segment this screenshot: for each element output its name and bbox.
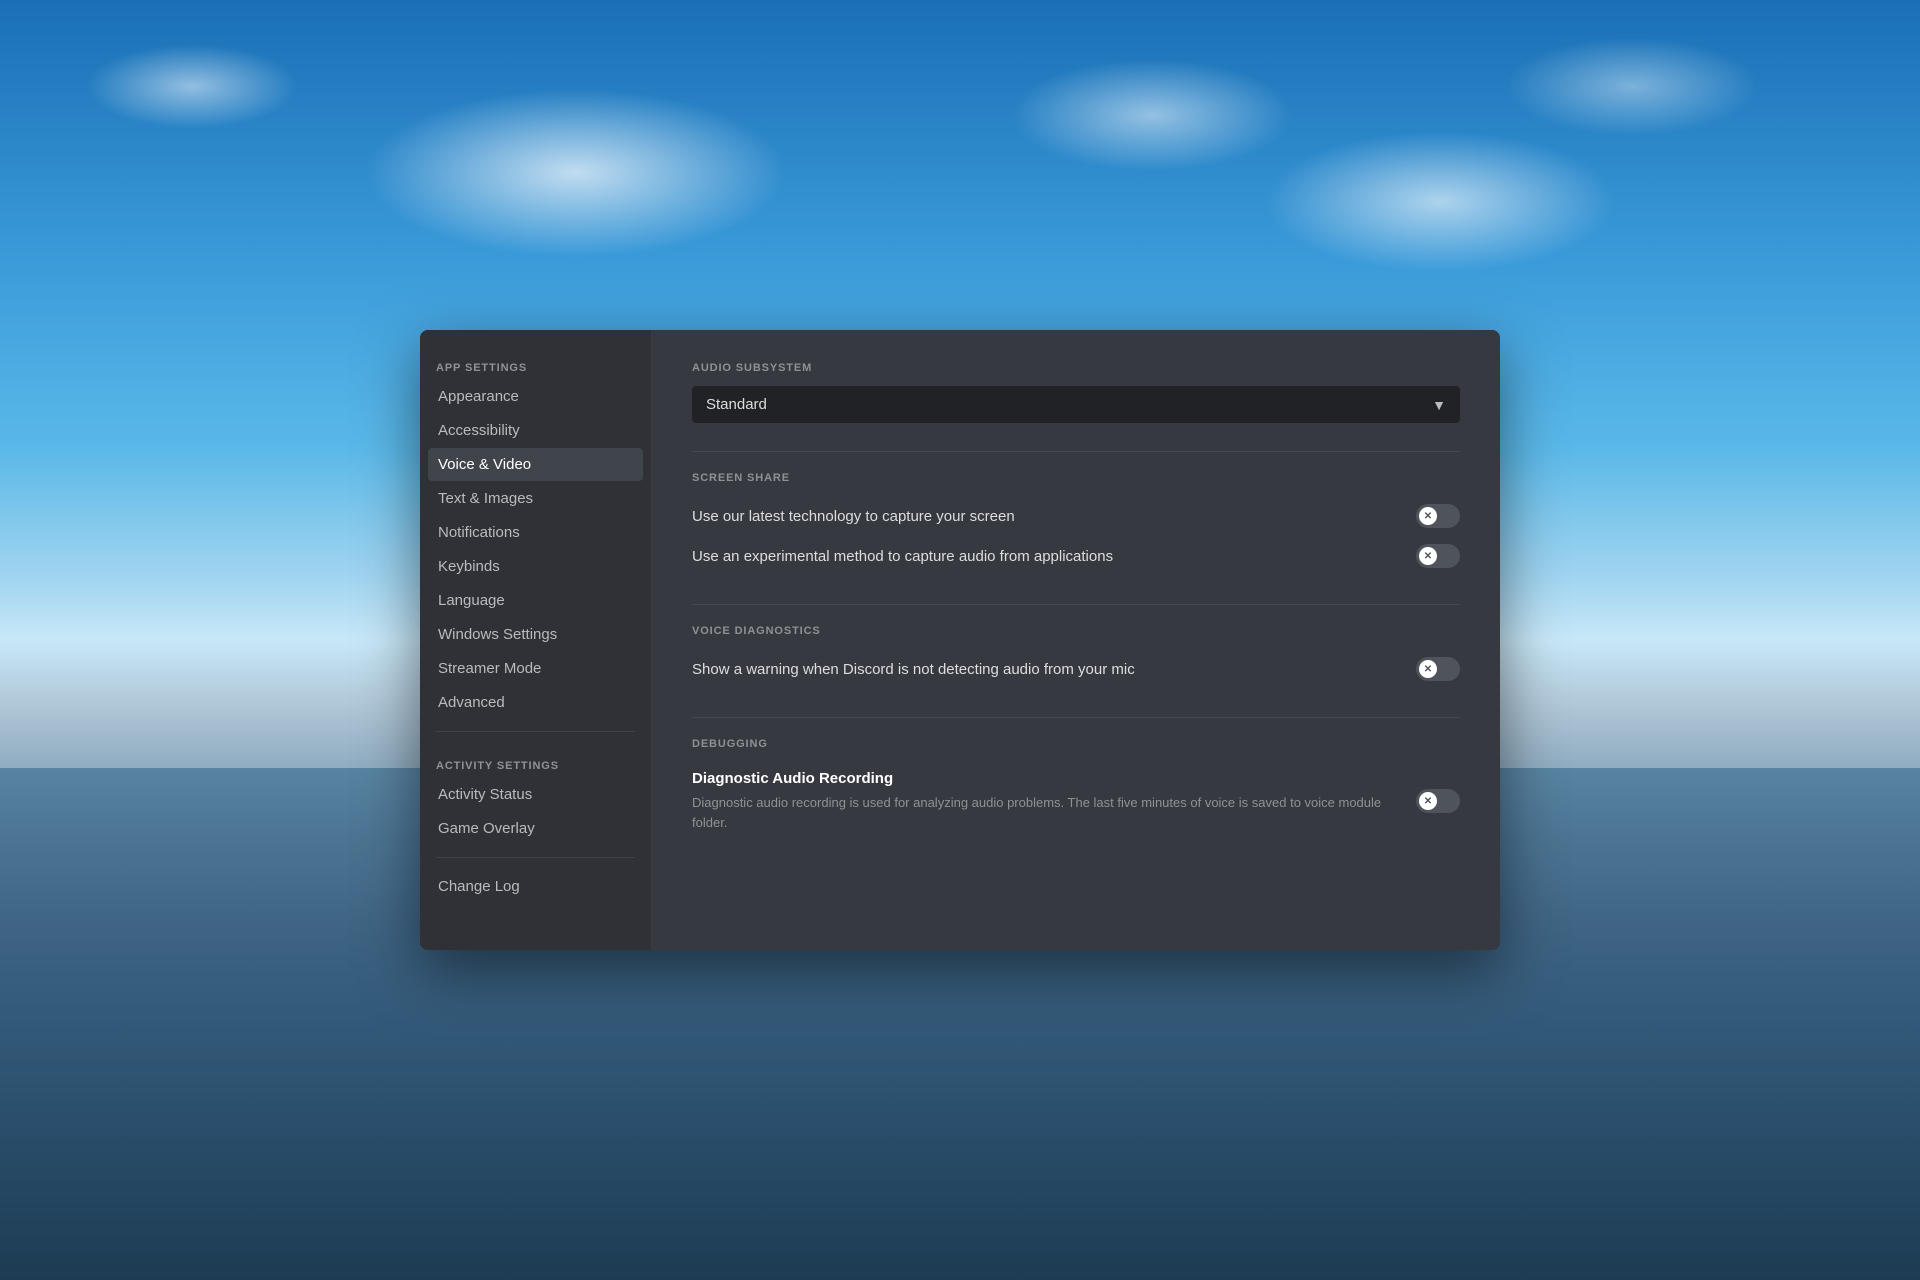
toggle-track-4[interactable]: ✕ [1416, 789, 1460, 813]
audio-subsystem-section: AUDIO SUBSYSTEM Standard Legacy Experime… [692, 362, 1460, 423]
sidebar-divider-2 [436, 857, 635, 858]
toggle-track-2[interactable]: ✕ [1416, 544, 1460, 568]
sidebar-item-text-images[interactable]: Text & Images [428, 482, 643, 515]
sidebar-item-accessibility[interactable]: Accessibility [428, 414, 643, 447]
voice-diagnostics-toggle[interactable]: ✕ [1416, 657, 1460, 681]
divider-3 [692, 717, 1460, 718]
sidebar-item-change-log[interactable]: Change Log [428, 870, 643, 903]
sidebar-item-keybinds[interactable]: Keybinds [428, 550, 643, 583]
sidebar-item-game-overlay[interactable]: Game Overlay [428, 812, 643, 845]
divider-1 [692, 451, 1460, 452]
sidebar-item-advanced[interactable]: Advanced [428, 686, 643, 719]
divider-2 [692, 604, 1460, 605]
sidebar-item-language[interactable]: Language [428, 584, 643, 617]
debugging-label: DEBUGGING [692, 738, 1460, 750]
sidebar-item-windows-settings[interactable]: Windows Settings [428, 618, 643, 651]
sidebar-item-voice-video[interactable]: Voice & Video [428, 448, 643, 481]
screen-share-section: SCREEN SHARE Use our latest technology t… [692, 472, 1460, 576]
screen-share-toggle-row-2: Use an experimental method to capture au… [692, 536, 1460, 576]
sidebar-item-notifications[interactable]: Notifications [428, 516, 643, 549]
audio-subsystem-select[interactable]: Standard Legacy Experimental [692, 386, 1460, 423]
voice-diagnostics-toggle-text: Show a warning when Discord is not detec… [692, 661, 1416, 678]
audio-subsystem-dropdown-container: Standard Legacy Experimental ▼ [692, 386, 1460, 423]
screen-share-label: SCREEN SHARE [692, 472, 1460, 484]
toggle-x-icon-4: ✕ [1419, 792, 1437, 810]
audio-subsystem-label: AUDIO SUBSYSTEM [692, 362, 1460, 374]
voice-diagnostics-label: VOICE DIAGNOSTICS [692, 625, 1460, 637]
toggle-x-icon-3: ✕ [1419, 660, 1437, 678]
debugging-section: DEBUGGING Diagnostic Audio Recording Dia… [692, 738, 1460, 840]
settings-sidebar: APP SETTINGS Appearance Accessibility Vo… [420, 330, 652, 950]
debugging-toggle-row: Diagnostic Audio Recording Diagnostic au… [692, 762, 1460, 840]
screen-share-toggle-2-text: Use an experimental method to capture au… [692, 548, 1416, 565]
toggle-x-icon-2: ✕ [1419, 547, 1437, 565]
sidebar-item-activity-status[interactable]: Activity Status [428, 778, 643, 811]
settings-content: AUDIO SUBSYSTEM Standard Legacy Experime… [652, 330, 1500, 950]
screen-share-toggle-1[interactable]: ✕ [1416, 504, 1460, 528]
sidebar-item-appearance[interactable]: Appearance [428, 380, 643, 413]
debugging-toggle[interactable]: ✕ [1416, 789, 1460, 813]
app-settings-section-label: APP SETTINGS [428, 346, 643, 380]
voice-diagnostics-section: VOICE DIAGNOSTICS Show a warning when Di… [692, 625, 1460, 689]
toggle-track-3[interactable]: ✕ [1416, 657, 1460, 681]
debugging-title: Diagnostic Audio Recording [692, 770, 1396, 787]
screen-share-toggle-2[interactable]: ✕ [1416, 544, 1460, 568]
settings-modal: APP SETTINGS Appearance Accessibility Vo… [420, 330, 1500, 950]
sidebar-item-streamer-mode[interactable]: Streamer Mode [428, 652, 643, 685]
activity-settings-section-label: ACTIVITY SETTINGS [428, 744, 643, 778]
toggle-track-1[interactable]: ✕ [1416, 504, 1460, 528]
screen-share-toggle-row-1: Use our latest technology to capture you… [692, 496, 1460, 536]
sidebar-divider-1 [436, 731, 635, 732]
toggle-x-icon-1: ✕ [1419, 507, 1437, 525]
debugging-description: Diagnostic audio recording is used for a… [692, 793, 1396, 832]
screen-share-toggle-1-text: Use our latest technology to capture you… [692, 508, 1416, 525]
voice-diagnostics-toggle-row: Show a warning when Discord is not detec… [692, 649, 1460, 689]
